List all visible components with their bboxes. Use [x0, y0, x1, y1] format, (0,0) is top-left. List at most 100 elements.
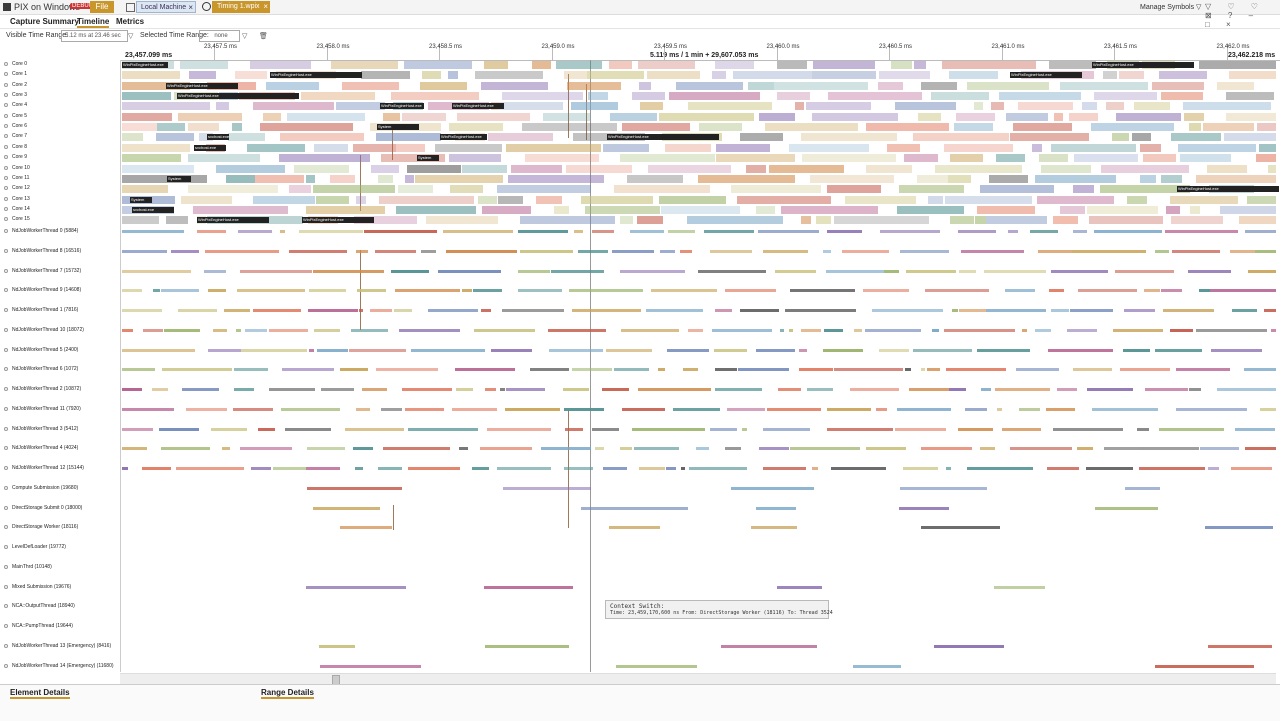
cpu-slice[interactable] [1090, 123, 1174, 132]
cpu-slice[interactable] [1219, 205, 1276, 214]
event-bar[interactable] [979, 447, 996, 451]
event-bar[interactable] [645, 309, 703, 312]
cpu-slice[interactable] [1101, 164, 1189, 173]
cpu-slice[interactable] [687, 102, 772, 111]
event-bar[interactable] [232, 407, 273, 411]
cpu-slice[interactable] [188, 154, 260, 163]
cpu-slice[interactable] [913, 61, 927, 69]
record-icon[interactable] [202, 2, 211, 11]
filter-icon[interactable]: ▽ [242, 32, 247, 40]
event-bar[interactable] [601, 388, 629, 391]
cpu-slice[interactable] [935, 164, 1022, 173]
event-bar[interactable] [1264, 309, 1276, 312]
expand-icon[interactable] [4, 624, 8, 628]
thread-track[interactable] [122, 249, 1276, 253]
event-bar[interactable] [240, 447, 292, 451]
event-bar[interactable] [1176, 407, 1247, 411]
event-bar[interactable] [1078, 289, 1137, 293]
cpu-slice[interactable] [382, 112, 401, 121]
cpu-slice[interactable] [1017, 102, 1074, 111]
cpu-slice[interactable] [950, 154, 984, 163]
event-bar[interactable] [905, 368, 912, 372]
cpu-slice[interactable] [449, 154, 502, 163]
event-bar[interactable] [1188, 388, 1202, 391]
thread-track[interactable] [122, 388, 1276, 391]
event-bar[interactable] [958, 269, 976, 273]
event-bar[interactable] [250, 467, 271, 470]
event-bar[interactable] [151, 388, 169, 391]
event-bar[interactable] [223, 309, 250, 312]
event-bar[interactable] [1145, 388, 1189, 391]
thread-track[interactable] [122, 467, 1276, 470]
event-bar[interactable] [320, 664, 422, 668]
cpu-slice[interactable] [613, 185, 710, 194]
event-bar[interactable] [1095, 506, 1159, 510]
thread-track[interactable] [122, 309, 1276, 312]
event-bar[interactable] [1050, 269, 1108, 273]
cpu-slice[interactable] [421, 71, 442, 80]
cpu-slice[interactable] [912, 133, 1009, 142]
cpu-slice[interactable] [225, 174, 255, 183]
cpu-slice[interactable] [505, 143, 602, 152]
cpu-slice[interactable] [563, 71, 587, 80]
event-bar[interactable] [1016, 368, 1059, 372]
cpu-slice[interactable] [155, 133, 195, 142]
core-track[interactable] [122, 216, 1276, 225]
event-bar[interactable] [714, 368, 738, 372]
event-bar[interactable] [443, 230, 513, 233]
cpu-slice[interactable] [122, 123, 157, 132]
expand-icon[interactable] [4, 175, 8, 180]
expand-icon[interactable] [4, 93, 8, 98]
process-label[interactable]: WinPixEngineHost.exe [302, 217, 374, 224]
event-bar[interactable] [790, 289, 855, 293]
cpu-slice[interactable] [293, 164, 349, 173]
cpu-slice[interactable] [800, 133, 898, 142]
cpu-slice[interactable] [250, 61, 312, 69]
cpu-slice[interactable] [370, 164, 399, 173]
cpu-slice[interactable] [619, 154, 716, 163]
event-bar[interactable] [212, 328, 228, 332]
cpu-slice[interactable] [475, 71, 543, 80]
event-bar[interactable] [899, 249, 949, 253]
cpu-slice[interactable] [478, 195, 497, 204]
cpu-slice[interactable] [1140, 143, 1161, 152]
event-bar[interactable] [142, 328, 164, 332]
event-bar[interactable] [1198, 289, 1211, 293]
process-label[interactable]: WinPixEngineHost.exe [122, 62, 168, 68]
event-bar[interactable] [1216, 388, 1276, 391]
event-bar[interactable] [1046, 467, 1079, 470]
thread-track[interactable] [122, 486, 1276, 490]
event-bar[interactable] [831, 467, 887, 470]
process-label[interactable]: WinPixEngineHost.exe [440, 134, 487, 141]
cpu-slice[interactable] [313, 143, 349, 152]
event-bar[interactable] [883, 269, 899, 273]
event-bar[interactable] [983, 269, 1046, 273]
event-bar[interactable] [160, 289, 200, 293]
process-label[interactable]: svchost.exe [132, 206, 174, 213]
event-bar[interactable] [1231, 467, 1273, 470]
cpu-slice[interactable] [536, 195, 563, 204]
event-bar[interactable] [484, 585, 574, 589]
cpu-slice[interactable] [794, 102, 805, 111]
event-bar[interactable] [1077, 447, 1093, 451]
core-track[interactable] [122, 143, 1276, 152]
cpu-slice[interactable] [1188, 123, 1201, 132]
event-bar[interactable] [122, 447, 148, 451]
cpu-slice[interactable] [481, 81, 548, 90]
cpu-slice[interactable] [447, 71, 458, 80]
event-bar[interactable] [666, 348, 709, 352]
capture-tab[interactable]: Timing 1.wpix × [212, 1, 270, 13]
cpu-slice[interactable] [247, 143, 305, 152]
event-bar[interactable] [490, 348, 533, 352]
event-bar[interactable] [632, 427, 705, 431]
event-bar[interactable] [307, 447, 346, 451]
core-track[interactable] [122, 195, 1276, 204]
process-label[interactable]: WinPixEngineHost.exe [607, 134, 719, 141]
cpu-slice[interactable] [227, 133, 266, 142]
visible-range-field[interactable]: 5.12 ms at 23.46 sec [61, 30, 128, 42]
event-bar[interactable] [269, 328, 309, 332]
cpu-slice[interactable] [1165, 205, 1180, 214]
event-bar[interactable] [958, 230, 997, 233]
core-track[interactable] [122, 185, 1276, 194]
cpu-slice[interactable] [1203, 123, 1254, 132]
